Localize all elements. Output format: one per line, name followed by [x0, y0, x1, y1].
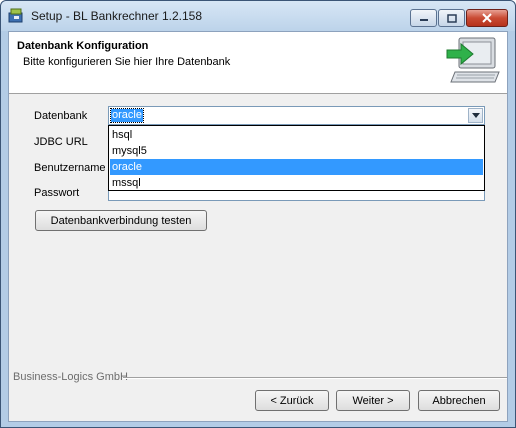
wizard-body: Datenbank Konfiguration Bitte konfigurie…	[8, 31, 508, 422]
database-label: Datenbank	[34, 110, 88, 122]
next-button[interactable]: Weiter >	[336, 390, 410, 411]
computer-arrow-icon	[445, 34, 503, 90]
back-button[interactable]: < Zurück	[255, 390, 329, 411]
company-label: Business-Logics GmbH	[13, 371, 128, 383]
wizard-header: Datenbank Konfiguration Bitte konfigurie…	[9, 32, 507, 94]
test-connection-button[interactable]: Datenbankverbindung testen	[35, 210, 207, 231]
page-title: Datenbank Konfiguration	[17, 40, 149, 52]
database-select-value: oracle	[110, 108, 144, 123]
maximize-icon	[446, 13, 457, 23]
close-button[interactable]	[466, 9, 508, 27]
window-title: Setup - BL Bankrechner 1.2.158	[31, 9, 202, 23]
jdbc-url-label: JDBC URL	[34, 136, 88, 148]
minimize-icon	[419, 19, 428, 21]
dropdown-option-oracle[interactable]: oracle	[110, 159, 483, 175]
setup-window: Setup - BL Bankrechner 1.2.158 Datenbank…	[0, 0, 516, 428]
username-label: Benutzername	[34, 162, 106, 174]
dropdown-option-mysql5[interactable]: mysql5	[110, 143, 483, 159]
cancel-button[interactable]: Abbrechen	[418, 390, 500, 411]
setup-installer-icon	[8, 7, 24, 23]
title-bar[interactable]: Setup - BL Bankrechner 1.2.158	[1, 1, 515, 31]
page-subtitle: Bitte konfigurieren Sie hier Ihre Datenb…	[23, 56, 231, 68]
dropdown-button[interactable]	[468, 108, 483, 123]
database-dropdown-list: hsql mysql5 oracle mssql	[108, 125, 485, 191]
footer-divider	[123, 377, 507, 379]
close-icon	[482, 13, 492, 23]
minimize-button[interactable]	[410, 9, 437, 27]
dropdown-option-hsql[interactable]: hsql	[110, 127, 483, 143]
dropdown-option-mssql[interactable]: mssql	[110, 175, 483, 191]
maximize-button[interactable]	[438, 9, 465, 27]
chevron-down-icon	[471, 113, 480, 118]
password-label: Passwort	[34, 187, 80, 199]
database-select[interactable]: oracle	[108, 106, 485, 125]
